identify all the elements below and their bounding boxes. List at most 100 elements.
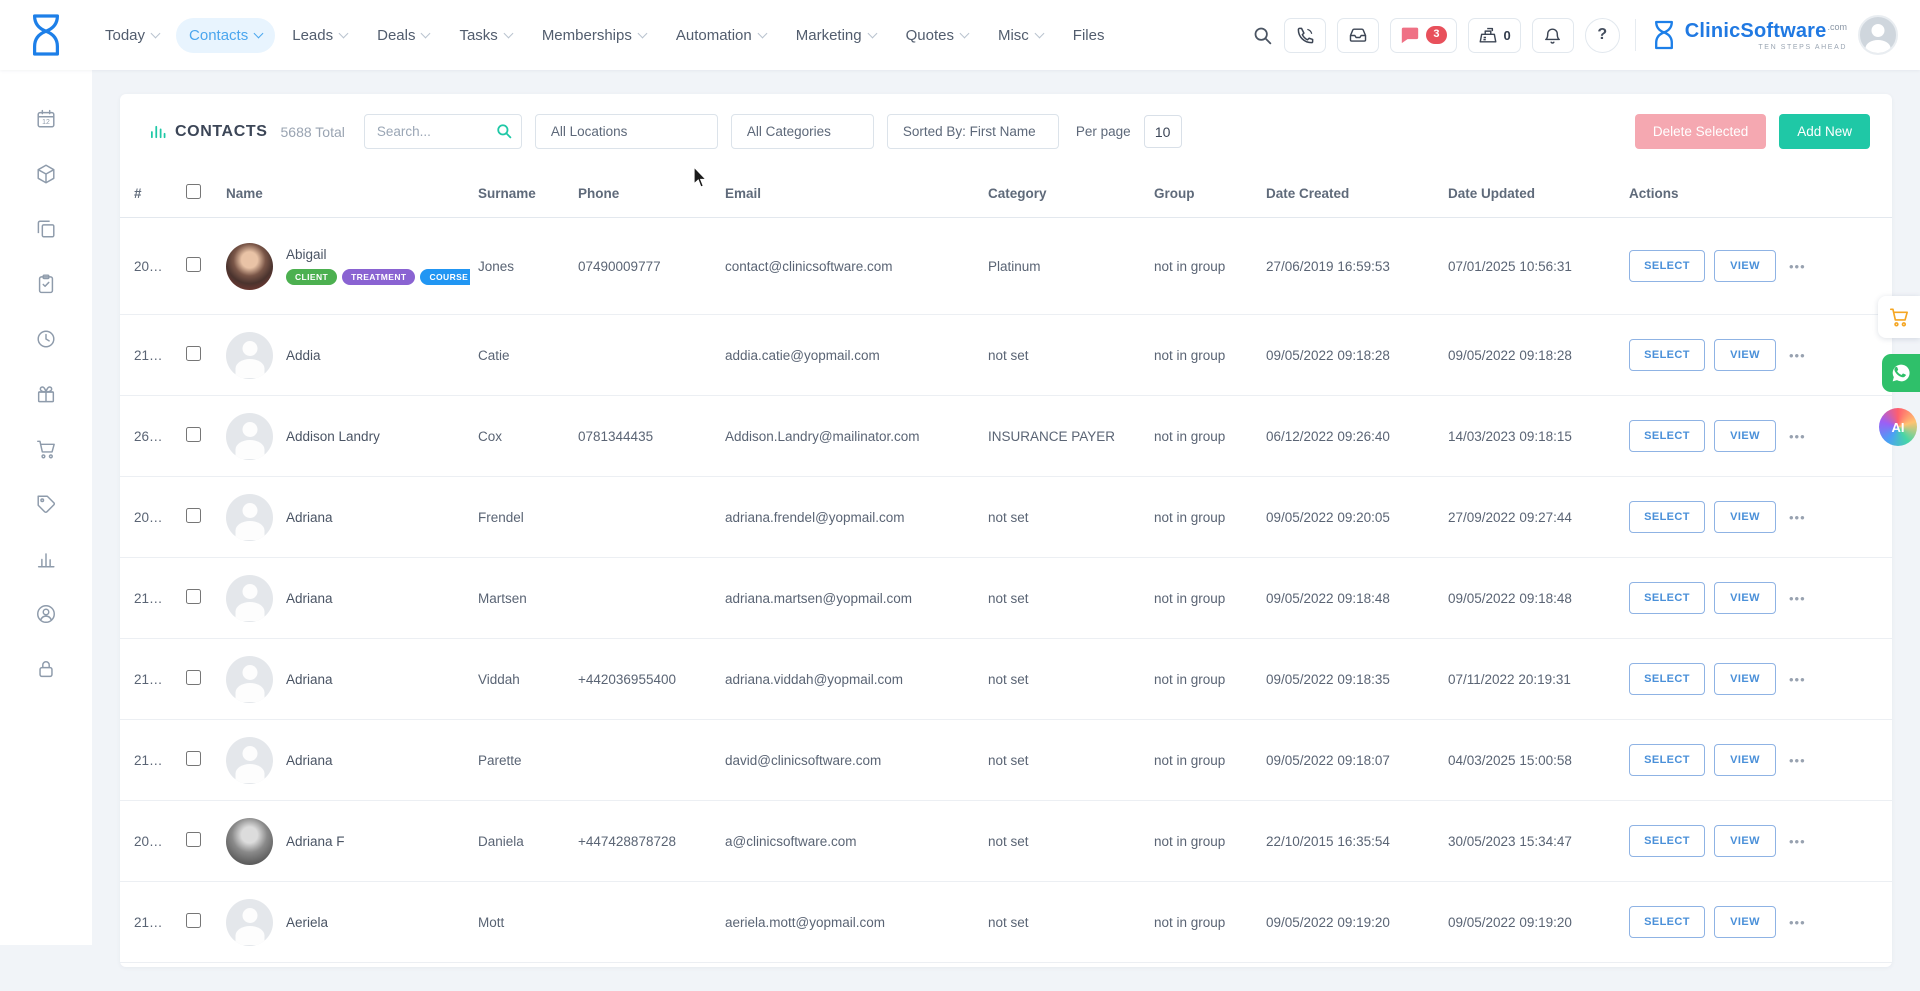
nav-item-label: Memberships: [542, 27, 632, 44]
delete-selected-button[interactable]: Delete Selected: [1635, 114, 1766, 149]
row-more-button[interactable]: •••: [1785, 749, 1810, 772]
view-button[interactable]: VIEW: [1714, 501, 1776, 533]
col-header-phone: Phone: [570, 169, 717, 218]
row-checkbox[interactable]: [186, 427, 201, 442]
select-button[interactable]: SELECT: [1629, 250, 1705, 282]
nav-item-contacts[interactable]: Contacts: [176, 18, 275, 53]
sort-filter[interactable]: Sorted By: First Name: [887, 114, 1059, 149]
row-more-button[interactable]: •••: [1785, 830, 1810, 853]
row-checkbox[interactable]: [186, 346, 201, 361]
cart-icon[interactable]: [35, 438, 57, 460]
select-button[interactable]: SELECT: [1629, 501, 1705, 533]
support-person-icon[interactable]: [35, 603, 57, 625]
locations-filter[interactable]: All Locations: [535, 114, 718, 149]
row-checkbox[interactable]: [186, 589, 201, 604]
row-more-button[interactable]: •••: [1785, 911, 1810, 934]
contact-email: adriana.martsen@yopmail.com: [717, 558, 980, 639]
chevron-down-icon: [151, 28, 161, 38]
nav-item-leads[interactable]: Leads: [279, 18, 360, 53]
view-button[interactable]: VIEW: [1714, 906, 1776, 938]
row-more-button[interactable]: •••: [1785, 506, 1810, 529]
row-more-button[interactable]: •••: [1785, 668, 1810, 691]
products-cube-icon[interactable]: [35, 163, 57, 185]
nav-item-tasks[interactable]: Tasks: [446, 18, 524, 53]
select-button[interactable]: SELECT: [1629, 825, 1705, 857]
row-checkbox[interactable]: [186, 913, 201, 928]
floating-ai-button[interactable]: AI: [1879, 408, 1917, 446]
notifications-button[interactable]: [1532, 18, 1574, 53]
tag-icon[interactable]: [35, 493, 57, 515]
row-checkbox[interactable]: [186, 832, 201, 847]
row-checkbox[interactable]: [186, 257, 201, 272]
till-button[interactable]: 0: [1468, 18, 1521, 53]
help-button[interactable]: ?: [1585, 18, 1620, 53]
page-title-text: CONTACTS: [175, 123, 268, 141]
row-checkbox[interactable]: [186, 751, 201, 766]
contact-surname: Viddah: [470, 639, 570, 720]
history-clock-icon[interactable]: [35, 328, 57, 350]
ai-label: AI: [1892, 420, 1905, 435]
chat-button[interactable]: 3: [1390, 18, 1456, 53]
search-submit-icon[interactable]: [495, 122, 513, 145]
inbox-button[interactable]: [1337, 18, 1379, 53]
nav-item-deals[interactable]: Deals: [364, 18, 442, 53]
nav-item-today[interactable]: Today: [92, 18, 172, 53]
lock-icon[interactable]: [35, 658, 57, 680]
contact-category: not set: [980, 882, 1146, 963]
app-logo[interactable]: [0, 12, 92, 58]
contacts-card: CONTACTS 5688 Total All Locations All Ca…: [120, 94, 1892, 967]
copy-icon[interactable]: [35, 218, 57, 240]
svg-text:12: 12: [42, 119, 50, 126]
main-nav: TodayContactsLeadsDealsTasks Memberships A…: [92, 18, 1117, 53]
row-more-button[interactable]: •••: [1785, 255, 1810, 278]
per-page-select[interactable]: 10: [1144, 115, 1182, 148]
nav-item-files[interactable]: Files: [1060, 18, 1118, 53]
select-button[interactable]: SELECT: [1629, 582, 1705, 614]
whatsapp-icon: [1891, 363, 1911, 383]
floating-whatsapp-button[interactable]: [1882, 354, 1920, 392]
select-button[interactable]: SELECT: [1629, 744, 1705, 776]
contact-name: Addison Landry: [286, 429, 380, 444]
contact-checkbox-cell: [178, 639, 218, 720]
view-button[interactable]: VIEW: [1714, 744, 1776, 776]
nav-item-automation[interactable]: Automation: [663, 18, 779, 53]
row-more-button[interactable]: •••: [1785, 344, 1810, 367]
gift-icon[interactable]: [35, 383, 57, 405]
view-button[interactable]: VIEW: [1714, 825, 1776, 857]
phone-button[interactable]: [1284, 18, 1326, 53]
contact-category: not set: [980, 720, 1146, 801]
row-more-button[interactable]: •••: [1785, 425, 1810, 448]
view-button[interactable]: VIEW: [1714, 420, 1776, 452]
nav-item-misc[interactable]: Misc: [985, 18, 1056, 53]
clipboard-icon[interactable]: [35, 273, 57, 295]
select-button[interactable]: SELECT: [1629, 420, 1705, 452]
calendar-icon[interactable]: 12: [35, 108, 57, 130]
view-button[interactable]: VIEW: [1714, 663, 1776, 695]
floating-cart-button[interactable]: [1878, 296, 1920, 338]
select-button[interactable]: SELECT: [1629, 663, 1705, 695]
contact-date-created: 27/06/2019 16:59:53: [1258, 218, 1440, 315]
view-button[interactable]: VIEW: [1714, 250, 1776, 282]
contact-date-created: 22/10/2015 16:35:54: [1258, 801, 1440, 882]
view-button[interactable]: VIEW: [1714, 339, 1776, 371]
brand-text: ClinicSoftware.com TEN STEPS AHEAD: [1685, 20, 1847, 51]
select-all-checkbox[interactable]: [186, 184, 201, 199]
search-icon[interactable]: [1252, 25, 1273, 46]
col-header-date-created: Date Created: [1258, 169, 1440, 218]
user-avatar[interactable]: [1858, 15, 1898, 55]
nav-item-marketing[interactable]: Marketing: [783, 18, 889, 53]
contact-checkbox-cell: [178, 882, 218, 963]
nav-item-quotes[interactable]: Quotes: [893, 18, 981, 53]
row-checkbox[interactable]: [186, 670, 201, 685]
row-more-button[interactable]: •••: [1785, 587, 1810, 610]
brand-name: ClinicSoftware: [1685, 20, 1827, 42]
select-button[interactable]: SELECT: [1629, 906, 1705, 938]
categories-filter[interactable]: All Categories: [731, 114, 874, 149]
nav-item-memberships[interactable]: Memberships: [529, 18, 659, 53]
view-button[interactable]: VIEW: [1714, 582, 1776, 614]
row-checkbox[interactable]: [186, 508, 201, 523]
add-new-button[interactable]: Add New: [1779, 114, 1870, 149]
contact-group: not in group: [1146, 720, 1258, 801]
select-button[interactable]: SELECT: [1629, 339, 1705, 371]
reports-chart-icon[interactable]: [35, 548, 57, 570]
